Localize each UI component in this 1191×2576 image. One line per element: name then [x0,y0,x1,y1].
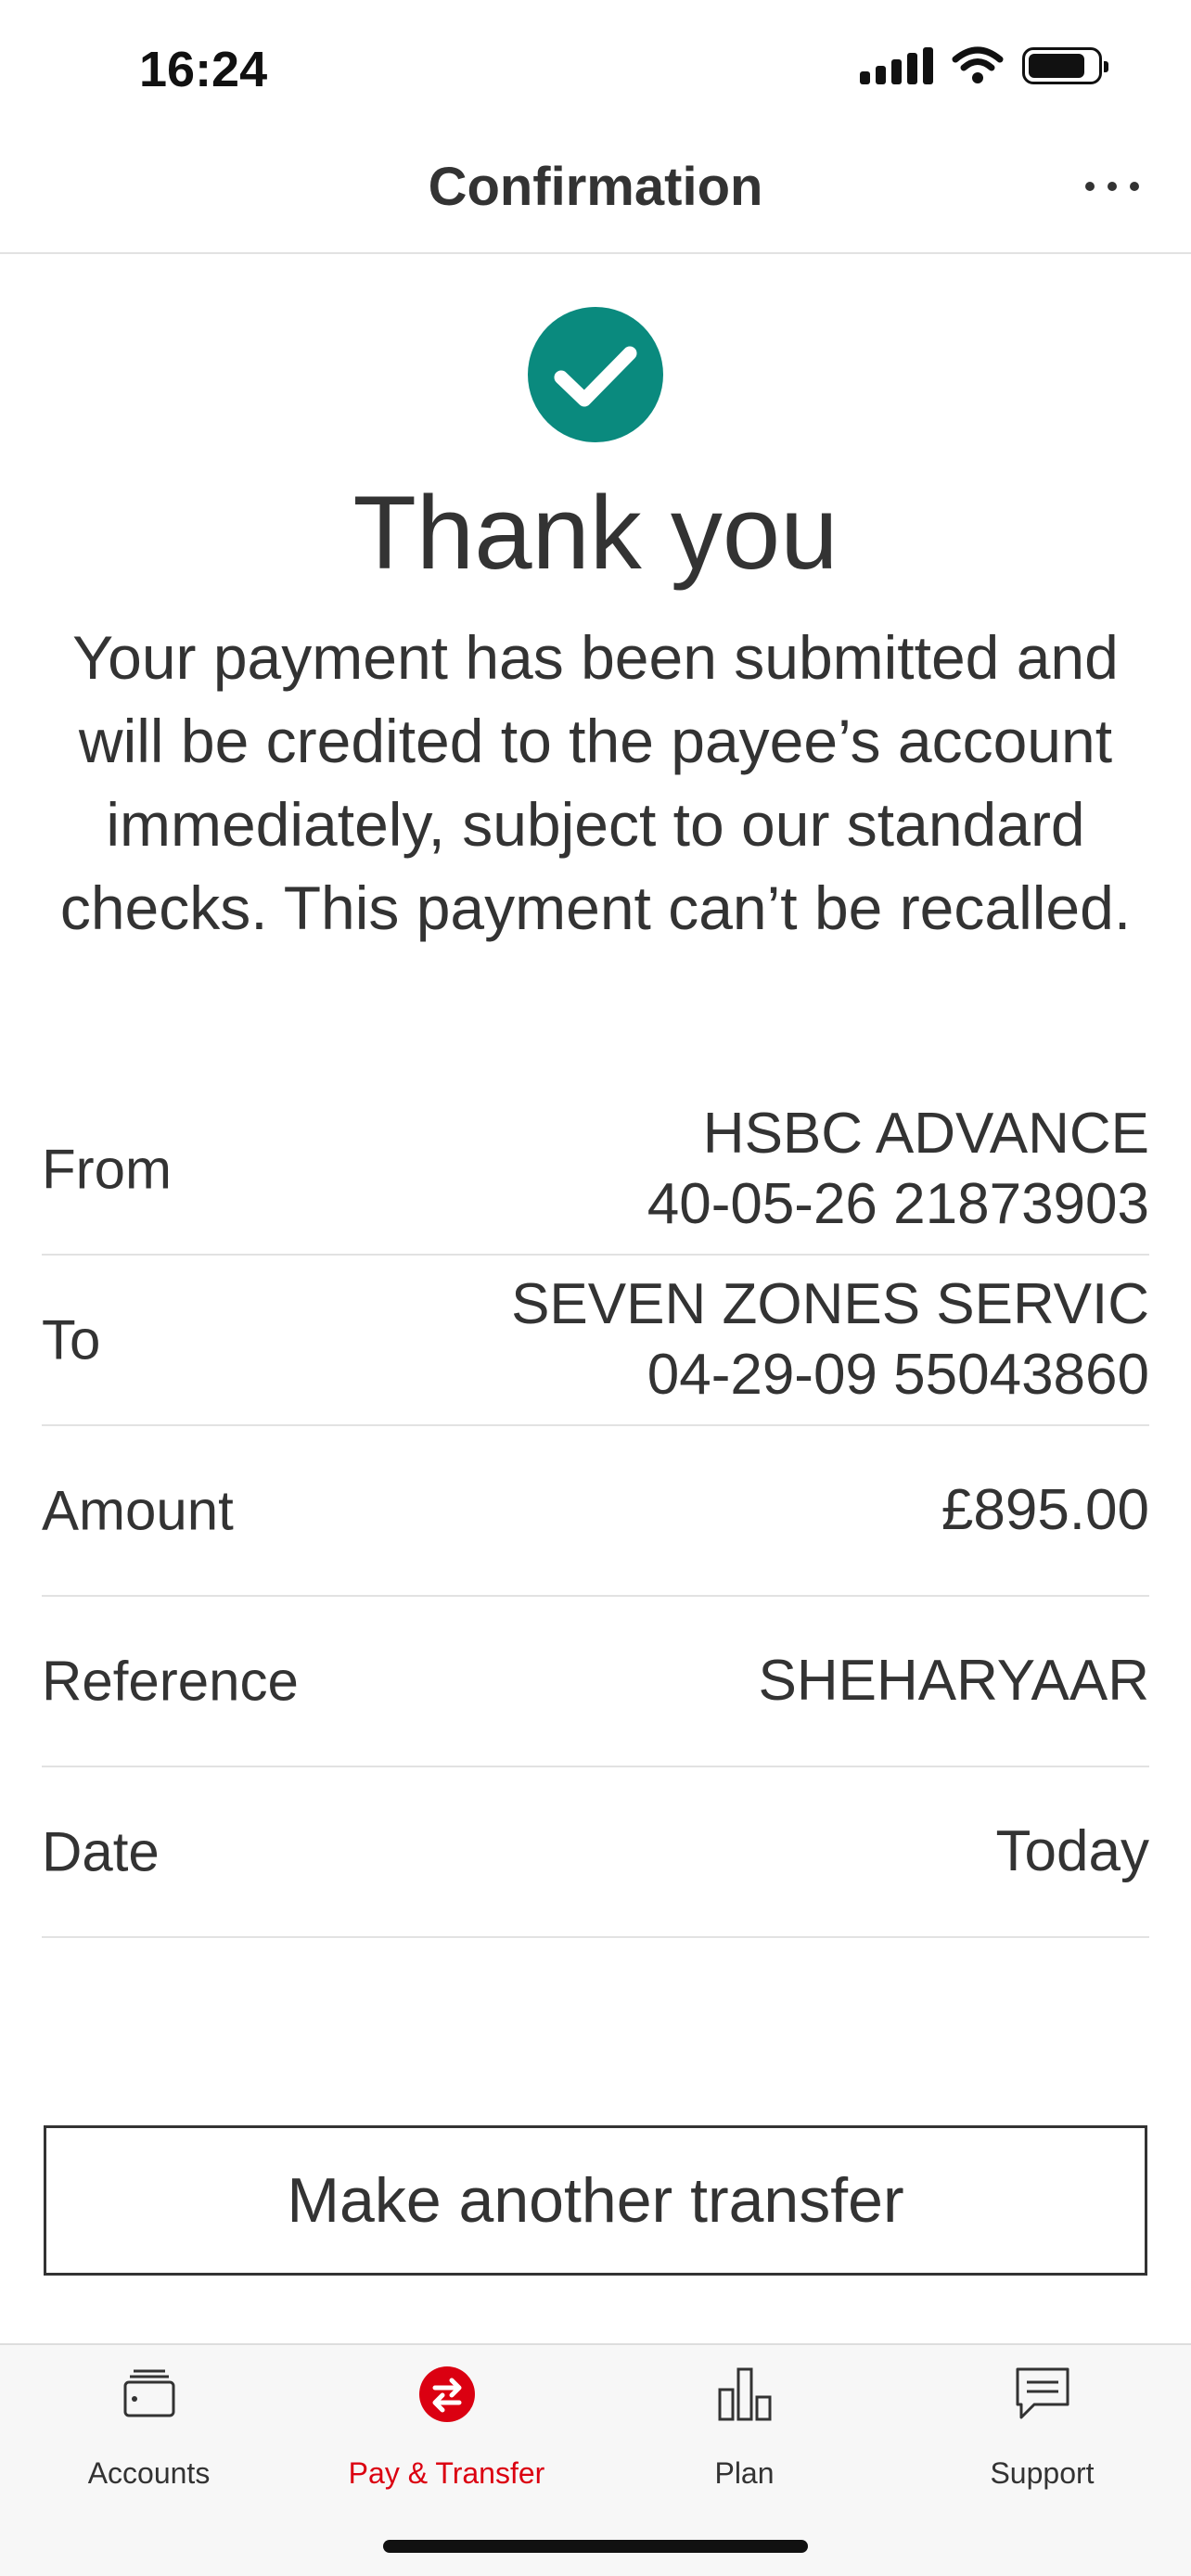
status-bar: 16:24 [0,0,1191,139]
tab-pay-transfer[interactable]: Pay & Transfer [298,2345,596,2521]
wallet-icon [123,2369,175,2417]
payment-details: From HSBC ADVANCE 40-05-26 21873903 To S… [42,1085,1149,1938]
from-account-number: 40-05-26 21873903 [647,1172,1149,1236]
home-indicator[interactable] [383,2540,808,2553]
wifi-icon [952,46,1004,83]
detail-label: From [42,1138,172,1201]
detail-row-amount: Amount £895.00 [42,1426,1149,1597]
tab-label: Pay & Transfer [348,2456,545,2490]
cellular-signal-icon [860,47,933,84]
detail-label: Amount [42,1479,234,1542]
detail-value: SEVEN ZONES SERVIC 04-29-09 55043860 [511,1269,1149,1410]
detail-row-from: From HSBC ADVANCE 40-05-26 21873903 [42,1085,1149,1256]
detail-label: Reference [42,1650,299,1713]
transfer-icon [419,2366,475,2422]
make-another-transfer-button[interactable]: Make another transfer [44,2125,1147,2276]
thank-you-heading: Thank you [352,475,839,591]
bar-chart-icon [718,2367,772,2421]
detail-row-date: Date Today [42,1767,1149,1938]
payee-account-number: 04-29-09 55043860 [647,1343,1149,1407]
detail-row-reference: Reference SHEHARYAAR [42,1597,1149,1767]
tab-label: Accounts [87,2456,211,2490]
page-title: Confirmation [428,157,763,217]
tab-label: Support [990,2456,1095,2490]
detail-label: To [42,1308,101,1371]
date-value: Today [995,1819,1149,1883]
status-icons [860,46,1108,85]
nav-header: Confirmation [0,139,1191,254]
battery-icon [1022,47,1108,84]
detail-row-to: To SEVEN ZONES SERVIC 04-29-09 55043860 [42,1256,1149,1426]
payee-name: SEVEN ZONES SERVIC [511,1272,1149,1336]
tab-label: Plan [714,2456,775,2490]
tab-accounts[interactable]: Accounts [0,2345,298,2521]
tab-support[interactable]: Support [893,2345,1191,2521]
reference-value: SHEHARYAAR [758,1649,1150,1713]
detail-label: Date [42,1820,160,1883]
detail-value: HSBC ADVANCE 40-05-26 21873903 [647,1099,1149,1240]
success-check-icon [528,307,663,442]
chat-icon [1016,2367,1069,2419]
more-options-icon[interactable] [1085,182,1139,191]
confirmation-message: Your payment has been submitted and will… [59,623,1132,942]
amount-value: £895.00 [941,1478,1149,1542]
tab-plan[interactable]: Plan [596,2345,893,2521]
from-account-name: HSBC ADVANCE [702,1102,1149,1166]
status-time: 16:24 [139,42,268,97]
